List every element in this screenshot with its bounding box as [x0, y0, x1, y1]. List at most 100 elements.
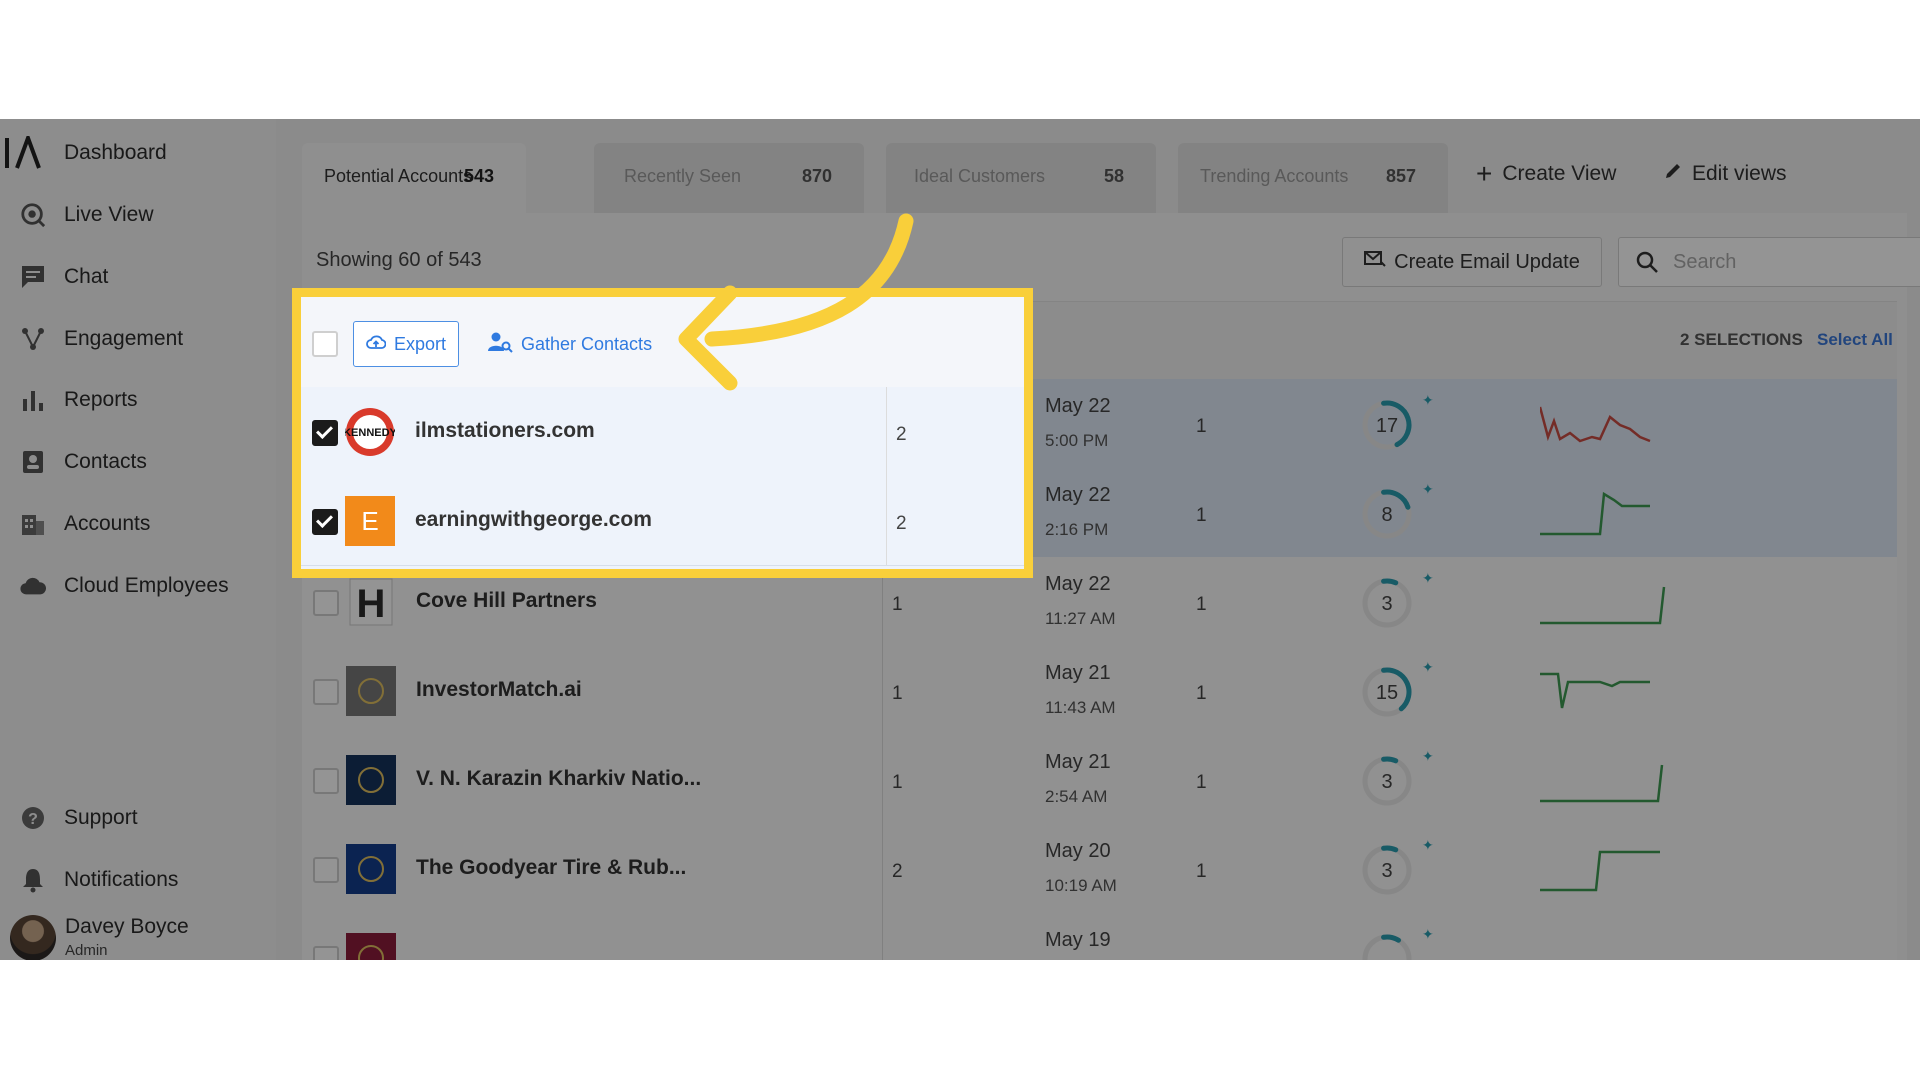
activity-sparkline — [1540, 672, 1650, 709]
tab-label: Trending Accounts — [1200, 166, 1349, 186]
sidebar-item-notifications[interactable]: Notifications — [0, 859, 276, 899]
company-name[interactable]: ilmstationers.com — [415, 419, 595, 443]
search-box — [1618, 237, 1920, 287]
tab-trending-accounts[interactable]: Trending Accounts 857 — [1178, 143, 1448, 213]
company-name[interactable]: InvestorMatch.ai — [416, 678, 582, 702]
company-name[interactable]: The Goodyear Tire & Rub... — [416, 856, 686, 880]
activity-sparkline — [1540, 586, 1666, 625]
tab-label: Ideal Customers — [914, 166, 1046, 186]
cloud-icon — [20, 573, 46, 599]
activity-sparkline — [1540, 491, 1650, 536]
sidebar-item-reports[interactable]: Reports — [0, 379, 276, 419]
contacts-icon — [20, 449, 46, 475]
row-checkbox[interactable] — [313, 679, 339, 705]
company-logo — [346, 666, 396, 716]
row-checkbox[interactable] — [313, 946, 339, 960]
company-logo: E — [345, 496, 395, 546]
company-logo — [346, 755, 396, 805]
tab-potential-accounts[interactable]: Potential Accounts 543 — [302, 143, 526, 213]
tab-count: 857 — [1385, 166, 1416, 186]
gather-contacts-label: Gather Contacts — [521, 333, 653, 354]
user-role: Admin — [65, 942, 108, 959]
intent-score-gauge: ✦ — [1362, 926, 1442, 960]
select-all-link[interactable]: Select All — [1817, 330, 1893, 350]
export-label: Export — [393, 333, 447, 354]
contacts-count: 2 — [896, 513, 907, 534]
intent-score: 3 — [1381, 771, 1393, 793]
sidebar-item-cloud-employees[interactable]: Cloud Employees — [0, 565, 276, 605]
showing-count: Showing 60 of 543 — [316, 249, 482, 271]
sidebar-item-accounts[interactable]: Accounts — [0, 503, 276, 543]
row-checkbox[interactable] — [313, 768, 339, 794]
table-row[interactable]: V. N. Karazin Kharkiv Natio... 1 May 21 2:5… — [302, 735, 1897, 825]
sidebar-item-engagement[interactable]: Engagement — [0, 318, 276, 358]
intent-score-gauge: ✦ 3 — [1362, 837, 1442, 902]
column-divider — [882, 646, 883, 735]
intent-score: 17 — [1375, 415, 1399, 437]
company-name[interactable]: V. N. Karazin Kharkiv Natio... — [416, 767, 701, 791]
last-seen-date: May 21 — [1045, 662, 1111, 684]
edit-views-label: Edit views — [1692, 162, 1787, 185]
last-seen-time: 10:19 AM — [1045, 876, 1117, 895]
intent-score-gauge: ✦ 15 — [1362, 659, 1442, 724]
table-row[interactable]: The Goodyear Tire & Rub... 2 May 20 10:19 A… — [302, 824, 1897, 914]
bell-icon — [20, 867, 46, 893]
visits-count: 1 — [1196, 861, 1207, 882]
tab-count: 543 — [463, 166, 494, 186]
visits-count: 1 — [1196, 505, 1207, 526]
visits-count: 1 — [1196, 594, 1207, 615]
last-seen-time: 11:43 AM — [1045, 698, 1116, 717]
intent-score-gauge: ✦ 17 — [1362, 392, 1442, 457]
sidebar-item-label: Cloud Employees — [64, 574, 229, 597]
last-seen-time: 2:16 PM — [1045, 520, 1109, 539]
sidebar-item-label: Notifications — [64, 868, 179, 891]
sidebar-item-label: Reports — [64, 388, 138, 411]
sidebar-item-contacts[interactable]: Contacts — [0, 441, 276, 481]
edit-views-button[interactable]: Edit views — [1664, 162, 1787, 186]
user-profile[interactable]: Davey Boyce Admin — [10, 915, 270, 960]
sidebar-item-live-view[interactable]: Live View — [0, 194, 276, 234]
intent-score-gauge: ✦ 3 — [1362, 748, 1442, 813]
row-checkbox[interactable] — [312, 509, 338, 535]
svg-text:✦: ✦ — [1422, 482, 1434, 497]
last-seen-time: 5:00 PM — [1045, 431, 1109, 450]
company-logo — [346, 844, 396, 894]
column-divider — [886, 476, 887, 565]
intent-score-gauge: ✦ 3 — [1362, 570, 1442, 635]
user-search-icon — [487, 331, 513, 358]
activity-sparkline — [1540, 764, 1664, 803]
pencil-icon — [1664, 162, 1682, 186]
company-name[interactable]: earningwithgeorge.com — [415, 508, 652, 532]
search-input[interactable] — [1671, 248, 1915, 276]
gather-contacts-button[interactable]: Gather Contacts — [487, 321, 652, 367]
export-button[interactable]: Export — [353, 321, 459, 367]
svg-text:KENNEDY: KENNEDY — [345, 427, 395, 439]
email-update-icon — [1364, 249, 1386, 275]
table-row[interactable]: InvestorMatch.ai 1 May 21 11:43 AM 1 ✦ 15 — [302, 646, 1897, 736]
intent-score-gauge: ✦ 8 — [1362, 481, 1442, 546]
tab-ideal-customers[interactable]: Ideal Customers 58 — [886, 143, 1156, 213]
tab-recently-seen[interactable]: Recently Seen 870 — [594, 143, 864, 213]
create-view-button[interactable]: + Create View — [1476, 158, 1616, 189]
user-name: Davey Boyce — [65, 915, 189, 938]
intent-score: 3 — [1381, 593, 1393, 615]
table-row[interactable]: Eearningwithgeorge.com 2 — [301, 476, 1024, 566]
create-email-update-button[interactable]: Create Email Update — [1342, 237, 1602, 287]
sidebar-item-support[interactable]: ? Support — [0, 797, 276, 837]
company-name[interactable]: Cove Hill Partners — [416, 589, 597, 613]
table-row[interactable]: May 19 ✦ — [302, 913, 1897, 960]
row-checkbox[interactable] — [313, 590, 339, 616]
plus-icon: + — [1476, 158, 1493, 189]
select-all-checkbox[interactable] — [312, 331, 338, 357]
company-logo — [346, 933, 396, 960]
building-icon — [20, 511, 46, 537]
row-checkbox[interactable] — [313, 857, 339, 883]
sidebar-item-chat[interactable]: Chat — [0, 256, 276, 296]
sidebar-item-dashboard[interactable]: Dashboard — [0, 132, 276, 172]
row-checkbox[interactable] — [312, 420, 338, 446]
intent-score: 8 — [1381, 504, 1393, 526]
last-seen-date: May 19 — [1045, 929, 1111, 951]
bar-chart-icon — [20, 387, 46, 413]
visits-count: 1 — [1196, 772, 1207, 793]
intent-score: 15 — [1375, 682, 1399, 704]
